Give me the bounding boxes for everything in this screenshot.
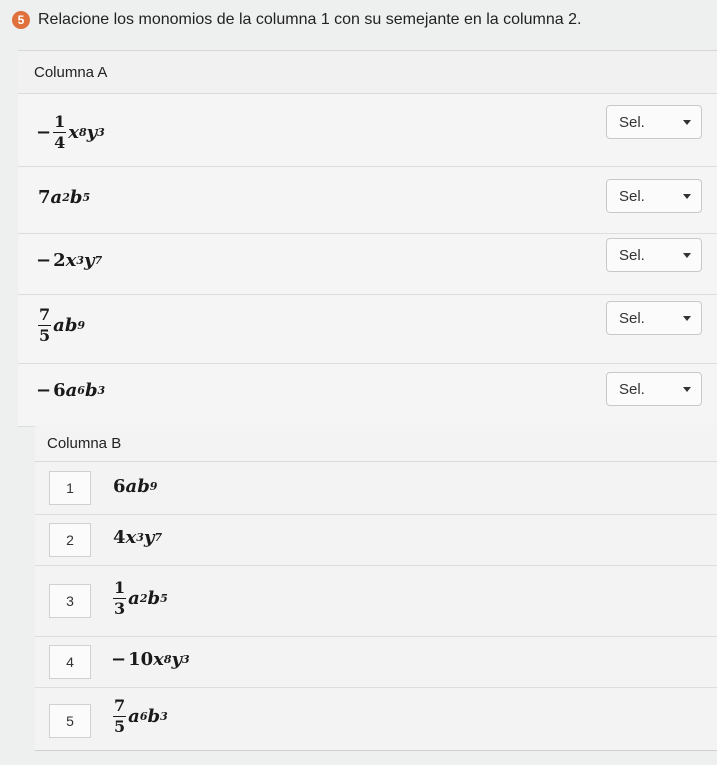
chevron-down-icon [683, 252, 691, 258]
column-b-row: 5 75 a6b3 [35, 688, 717, 754]
column-b-panel: Columna B 1 6 ab9 2 4 x3y7 3 13 a2b5 4 −… [35, 425, 717, 751]
column-a-panel: Columna A − 14 x8y3 Sel. 7 a2b5 Sel. − 2… [18, 50, 717, 427]
match-select[interactable]: Sel. [606, 179, 702, 213]
monomial: 4 x3y7 [113, 527, 163, 548]
monomial: − 6 a6b3 [36, 380, 106, 401]
column-b-title: Columna B [35, 425, 717, 462]
monomial: − 10 x8y3 [111, 649, 190, 670]
monomial: 13 a2b5 [113, 578, 168, 618]
item-number: 2 [49, 523, 91, 557]
column-b-row: 3 13 a2b5 [35, 566, 717, 637]
column-a-row: − 6 a6b3 Sel. [18, 364, 717, 427]
question-number-badge: 5 [12, 11, 30, 29]
item-number: 3 [49, 584, 91, 618]
column-b-row: 1 6 ab9 [35, 462, 717, 515]
column-a-row: − 2 x3y7 Sel. [18, 234, 717, 295]
column-a-row: − 14 x8y3 Sel. [18, 94, 717, 167]
match-select[interactable]: Sel. [606, 105, 702, 139]
column-a-title: Columna A [18, 51, 717, 94]
column-a-row: 75 ab9 Sel. [18, 295, 717, 364]
question-header: 5 Relacione los monomios de la columna 1… [12, 8, 717, 32]
match-select[interactable]: Sel. [606, 301, 702, 335]
monomial: 75 ab9 [38, 305, 86, 345]
item-number: 1 [49, 471, 91, 505]
chevron-down-icon [683, 193, 691, 199]
fraction: 75 [38, 305, 52, 345]
monomial: 7 a2b5 [38, 187, 91, 208]
question-text: Relacione los monomios de la columna 1 c… [38, 11, 582, 28]
fraction: 13 [113, 578, 127, 618]
chevron-down-icon [683, 386, 691, 392]
fraction: 75 [113, 696, 127, 736]
fraction: 14 [53, 112, 67, 152]
match-select[interactable]: Sel. [606, 238, 702, 272]
monomial: 75 a6b3 [113, 696, 168, 736]
monomial: 6 ab9 [113, 476, 158, 497]
match-select[interactable]: Sel. [606, 372, 702, 406]
column-b-row: 4 − 10 x8y3 [35, 637, 717, 688]
item-number: 4 [49, 645, 91, 679]
chevron-down-icon [683, 119, 691, 125]
item-number: 5 [49, 704, 91, 738]
monomial: − 2 x3y7 [36, 250, 103, 271]
chevron-down-icon [683, 315, 691, 321]
column-a-row: 7 a2b5 Sel. [18, 167, 717, 234]
column-b-row: 2 4 x3y7 [35, 515, 717, 566]
monomial: − 14 x8y3 [36, 112, 105, 152]
